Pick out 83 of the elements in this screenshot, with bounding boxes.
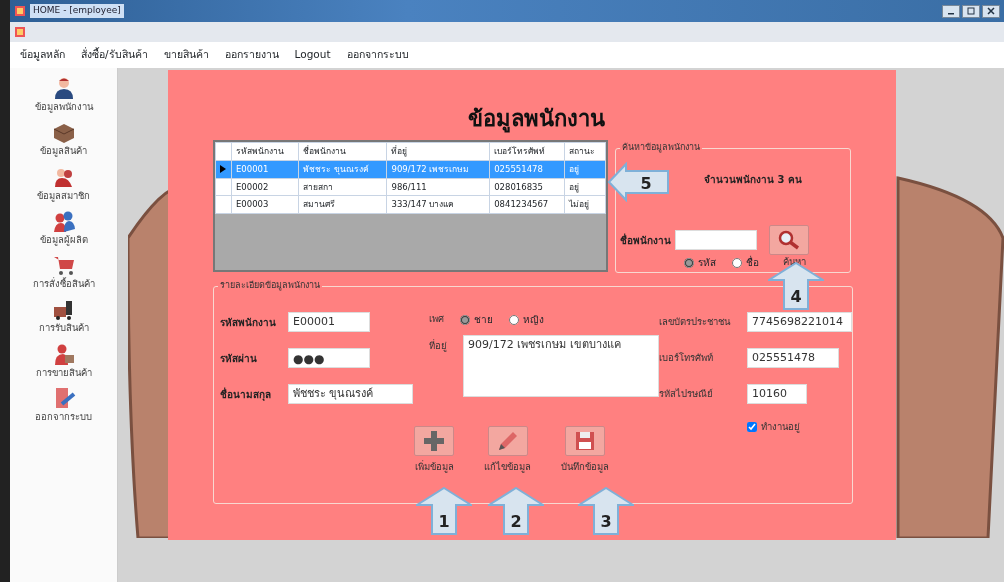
window-maximize-button[interactable] <box>962 4 980 18</box>
menu-item[interactable]: สั่งซื้อ/รับสินค้า <box>81 47 148 63</box>
window-title: HOME - [employee] <box>30 4 124 18</box>
table-cell: อยู่ <box>564 178 606 196</box>
table-cell: 028016835 <box>489 178 565 196</box>
search-icon <box>777 230 801 250</box>
menu-item[interactable]: Logout <box>294 47 331 63</box>
field-label: เลขบัตรประชาชน <box>659 314 732 329</box>
field-label: รหัสพนักงาน <box>220 315 277 330</box>
column-header: ที่อยู่ <box>386 142 490 161</box>
search-field[interactable] <box>675 230 757 250</box>
menu-item[interactable]: ออกจากระบบ <box>346 47 409 63</box>
action-button[interactable] <box>414 426 454 457</box>
row-pointer-icon <box>220 165 226 174</box>
column-header: ชื่อพนักงาน <box>298 142 387 161</box>
table-cell: E00003 <box>231 195 299 214</box>
app-icon <box>14 26 26 38</box>
callout-arrow: 1 <box>416 487 472 535</box>
table-cell: 986/111 <box>386 178 490 196</box>
radio-label: ชื่อ <box>746 255 759 270</box>
button-caption: เพิ่มข้อมูล <box>414 460 454 475</box>
button-caption: บันทึกข้อมูล <box>561 460 609 475</box>
callout-arrow: 2 <box>488 487 544 535</box>
menu-item[interactable]: ข้อมูลหลัก <box>20 47 65 63</box>
radio-button[interactable] <box>732 257 742 268</box>
field-label: ชื่อนามสกุล <box>220 386 272 402</box>
sidebar-item[interactable]: ออกจากระบบ <box>35 385 92 424</box>
group-title: ค้นหาข้อมูลพนักงาน <box>620 141 702 155</box>
table-cell: E00002 <box>231 178 299 196</box>
window-close-button[interactable] <box>982 4 1000 18</box>
text-field[interactable]: 10160 <box>747 384 807 404</box>
field-label: รหัสผ่าน <box>220 351 258 366</box>
text-field[interactable]: 025551478 <box>747 348 839 368</box>
form-title: ข้อมูลพนักงาน <box>467 105 606 135</box>
checkbox[interactable] <box>747 422 757 433</box>
sidebar-item[interactable]: การสั่งซื้อสินค้า <box>32 253 95 292</box>
search-button[interactable] <box>769 225 809 255</box>
menu-item[interactable]: ขายสินค้า <box>163 47 209 63</box>
callout-arrow: 5 <box>608 162 670 202</box>
checkbox-label: ทำงานอยู่ <box>761 420 800 435</box>
radio-button[interactable] <box>684 257 694 268</box>
table-cell: สมานศรี <box>298 195 387 214</box>
password-field[interactable]: ●●● <box>288 348 370 368</box>
radio-label: ชาย <box>474 313 493 327</box>
field-label: ที่อยู่ <box>429 339 447 354</box>
radio-button[interactable] <box>460 314 470 325</box>
close-icon <box>987 7 995 15</box>
employee-count: จำนวนพนักงาน 3 คน <box>704 174 802 185</box>
address-field[interactable]: 909/172 เพชรเกษม เขตบางแค <box>463 335 659 397</box>
grid-row[interactable]: E00003 สมานศรี 333/147 บางแค 0841234567 ไม่อยู่ <box>215 195 606 214</box>
text-field[interactable]: 7745698221014 <box>747 312 852 332</box>
field-label: ชื่อพนักงาน <box>620 232 671 248</box>
menu-item[interactable]: ออกรายงาน <box>224 47 279 63</box>
button-caption: แก้ไขข้อมูล <box>484 460 531 475</box>
field-label: เพศ <box>429 312 444 327</box>
column-header: สถานะ <box>564 142 606 161</box>
radio-label: หญิง <box>523 313 544 327</box>
action-button[interactable] <box>565 426 605 457</box>
sidebar-item[interactable]: ข้อมูลผู้ผลิต <box>39 208 88 247</box>
field-label: เบอร์โทรศัพท์ <box>659 350 714 365</box>
column-header: รหัสพนักงาน <box>231 142 299 161</box>
app-icon <box>14 5 26 17</box>
text-field[interactable]: พัชชระ ขุนณรงค์ <box>288 384 413 404</box>
grid-row[interactable]: E00002 สายสกา 986/111 028016835 อยู่ <box>215 178 606 196</box>
sidebar-item[interactable]: ข้อมูลพนักงาน <box>34 76 93 115</box>
sidebar-item[interactable]: การขายสินค้า <box>35 341 92 380</box>
table-cell: 0841234567 <box>489 195 565 214</box>
table-cell: สายสกา <box>298 178 387 196</box>
text-field[interactable]: E00001 <box>288 312 370 332</box>
callout-arrow: 3 <box>578 487 634 535</box>
field-label: รหัสไปรษณีย์ <box>659 386 714 401</box>
column-header: เบอร์โทรศัพท์ <box>489 142 565 161</box>
sidebar-item[interactable]: ข้อมูลสมาชิก <box>37 164 90 203</box>
plus-icon <box>422 429 446 454</box>
sidebar-item[interactable]: การรับสินค้า <box>38 297 89 336</box>
table-cell: 333/147 บางแค <box>386 195 490 214</box>
table-cell: ไม่อยู่ <box>564 195 606 214</box>
maximize-icon <box>967 7 975 15</box>
group-title: รายละเอียดข้อมูลพนักงาน <box>218 279 322 293</box>
window-minimize-button[interactable] <box>942 4 960 18</box>
sidebar-item[interactable]: ข้อมูลสินค้า <box>40 120 87 159</box>
radio-button[interactable] <box>509 314 519 325</box>
radio-label: รหัส <box>698 256 716 270</box>
